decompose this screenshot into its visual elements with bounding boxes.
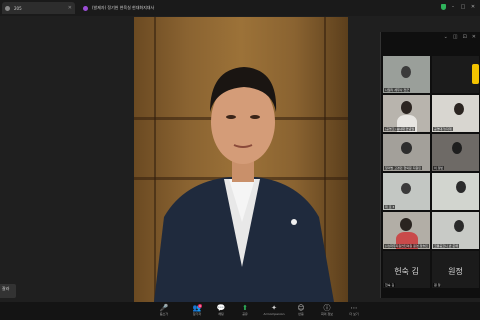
more-label: 더 보기 (349, 312, 359, 316)
side-notice[interactable]: 잘라 (0, 284, 16, 298)
ai-companion-label: AI Companion (263, 312, 285, 316)
title-bar: 205 ✕ (발제자) 정기헌 현육실 현대화지대사 – □ ✕ (0, 0, 480, 16)
chevron-down-icon[interactable]: ⌄ (444, 34, 448, 42)
meeting-toolbar: 🎤 음소거 👥 9 참가자 💬 채팅 ⬆ 공유 ✦ AI Companion ☺… (0, 302, 480, 320)
tab-meeting[interactable]: (발제자) 정기헌 현육실 현대화지대사 (80, 2, 154, 14)
reactions-label: 반응 (298, 312, 304, 316)
home-icon (5, 5, 10, 11)
mute-label: 음소거 (159, 312, 169, 316)
participant-name: 나일리 세무사 전군 (384, 88, 410, 92)
participants-button[interactable]: 👥 9 참가자 (185, 304, 209, 316)
chat-button[interactable]: 💬 채팅 (209, 304, 233, 316)
close-window-button[interactable]: ✕ (470, 4, 476, 10)
participant-tile[interactable]: 나일리 세무사 전군 (383, 56, 430, 93)
participant-tile[interactable]: (사)파주지원연천의원 원영 정솔민 (383, 212, 430, 249)
window-controls: – □ ✕ (441, 4, 476, 10)
popout-icon[interactable]: ⊡ (463, 34, 467, 42)
participants-count-badge: 9 (198, 304, 202, 308)
participant-tile[interactable]: 알의법 고경민 협외문 지원민 (383, 134, 430, 171)
participant-initials: 헌숙 김 (394, 266, 419, 276)
participant-tile[interactable]: 테 로 3 (383, 173, 430, 210)
chat-icon: 💬 (216, 304, 226, 312)
participant-tile[interactable]: 원정 원 정 (432, 251, 479, 288)
participant-avatar (401, 66, 411, 78)
participant-name: 테 로 3 (384, 205, 396, 209)
speaker-video (134, 17, 348, 302)
sparkle-icon: ✦ (271, 304, 277, 312)
participant-name: 헌숙 김 (384, 283, 396, 287)
side-notice-label: 잘라 (2, 286, 10, 291)
ai-companion-button[interactable]: ✦ AI Companion (262, 304, 286, 316)
shield-icon (441, 4, 446, 10)
meeting-icon (83, 5, 88, 11)
participant-name: 이 정빈 (433, 166, 445, 170)
participant-avatar (454, 103, 464, 115)
participant-avatar (452, 142, 462, 154)
mute-button[interactable]: 🎤 음소거 (152, 304, 176, 316)
participant-name: 코통공코니 반 준해 (433, 244, 459, 248)
meeting-info-label: 회의 정보 (321, 312, 333, 316)
participant-tile[interactable] (432, 56, 479, 93)
people-icon: 👥 (192, 304, 202, 312)
participant-tile[interactable]: 코통공코니 반 준해 (432, 212, 479, 249)
share-button[interactable]: ⬆ 공유 (233, 304, 257, 316)
tab-home[interactable]: 205 ✕ (2, 2, 75, 14)
participant-avatar (401, 142, 412, 154)
more-icon: ⋯ (350, 304, 358, 312)
smile-icon: ☺ (297, 304, 305, 312)
participant-avatar (400, 218, 412, 231)
close-icon[interactable]: ✕ (68, 5, 72, 11)
participant-name: (사)파주지원연천의원 원영 정솔민 (384, 244, 429, 248)
participant-name: 알의법 고경민 협외문 지원민 (384, 166, 422, 170)
participant-avatar (454, 220, 464, 232)
participant-tile[interactable]: 공명대가/자계 (432, 95, 479, 132)
more-button[interactable]: ⋯ 더 보기 (342, 304, 366, 316)
panel-header: ⌄ ◫ ⊡ ✕ (381, 32, 480, 42)
share-label: 공유 (242, 312, 248, 316)
participant-initials: 원정 (448, 266, 463, 276)
participant-avatar (456, 181, 466, 193)
tab-label: 205 (14, 5, 22, 11)
participant-avatar (401, 101, 412, 114)
tab-label: (발제자) 정기헌 현육실 현대화지대사 (92, 5, 155, 10)
share-icon: ⬆ (242, 304, 248, 312)
microphone-icon: 🎤 (159, 304, 169, 312)
participants-panel: ⌄ ◫ ⊡ ✕ 나일리 세무사 전군 (공명조) 송녀대 안녕월 공명대가/자계… (380, 32, 480, 298)
maximize-button[interactable]: □ (460, 4, 466, 10)
participant-avatar (401, 183, 411, 194)
layout-icon[interactable]: ◫ (453, 34, 458, 42)
participant-name: 공명대가/자계 (433, 127, 453, 131)
speaker-figure (154, 67, 334, 302)
participant-tile[interactable]: 헌숙 김 헌숙 김 (383, 251, 430, 288)
minimize-button[interactable]: – (450, 4, 456, 10)
speaker-badge-icon (472, 64, 479, 84)
reactions-button[interactable]: ☺ 반응 (289, 304, 313, 316)
close-icon[interactable]: ✕ (472, 34, 476, 42)
participant-tile[interactable]: 이 정빈 (432, 134, 479, 171)
participants-label: 참가자 (192, 312, 202, 316)
participant-tile[interactable] (432, 173, 479, 210)
participant-tile[interactable]: (공명조) 송녀대 안녕월 (383, 95, 430, 132)
participant-name: (공명조) 송녀대 안녕월 (384, 127, 416, 131)
meeting-info-button[interactable]: ⓘ 회의 정보 (315, 304, 339, 316)
chat-label: 채팅 (218, 312, 224, 316)
info-icon: ⓘ (323, 304, 331, 312)
participant-name: 원 정 (433, 283, 442, 287)
